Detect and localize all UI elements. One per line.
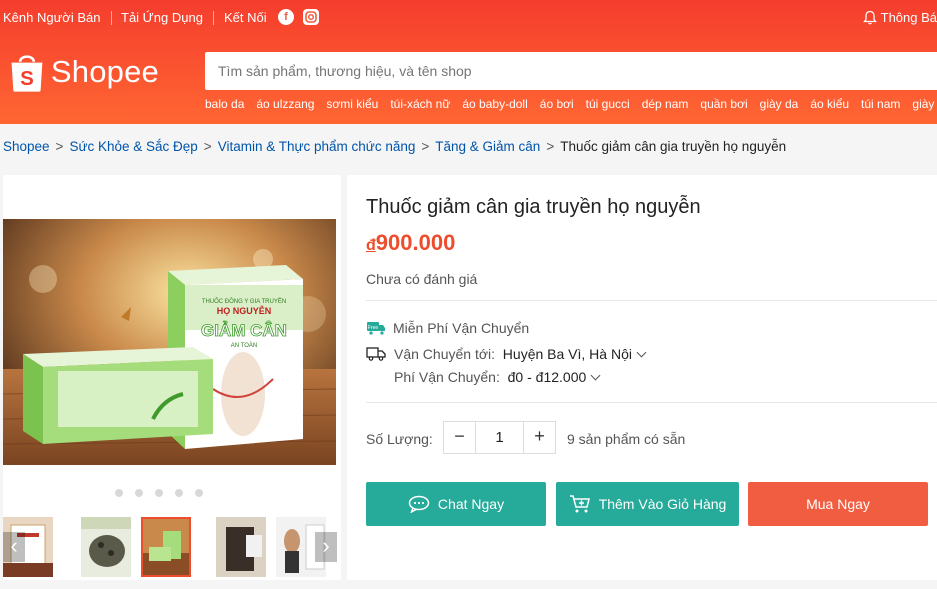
shipping-fee-value[interactable]: đ0 - đ12.000 <box>508 369 587 385</box>
notifications-link[interactable]: Thông Bá <box>862 10 937 25</box>
divider <box>111 11 112 25</box>
pagination-dot[interactable] <box>135 489 143 497</box>
keyword-link[interactable]: túi nam <box>861 97 900 111</box>
pagination-dot[interactable] <box>115 489 123 497</box>
shipping-fee-label: Phí Vận Chuyển: <box>394 369 500 385</box>
search-bar <box>205 52 937 90</box>
ship-to-label: Vận Chuyển tới: <box>394 346 496 362</box>
gallery-thumbnails: ‹ › <box>3 517 341 579</box>
free-shipping-row: Free Miễn Phí Vận Chuyển <box>366 320 529 336</box>
header: Kênh Người Bán Tải Ứng Dụng Kết Nối f Th… <box>0 0 937 124</box>
keyword-link[interactable]: áo kiểu <box>810 97 849 111</box>
divider <box>366 402 937 403</box>
keyword-link[interactable]: dép nam <box>642 97 689 111</box>
stock-count: 9 sản phẩm có sẵn <box>567 431 686 447</box>
add-to-cart-label: Thêm Vào Giỏ Hàng <box>598 496 727 512</box>
keyword-link[interactable]: quần bơi <box>700 97 747 111</box>
gallery-pagination-dots <box>115 485 215 500</box>
logo-bag-letter: S <box>20 67 34 90</box>
product-gallery: THUỐC ĐÔNG Y GIA TRUYỀN HỌ NGUYỄN GIẢM C… <box>3 175 341 580</box>
breadcrumb-separator: > <box>421 139 430 154</box>
chat-icon <box>408 495 430 513</box>
increase-quantity-button[interactable]: + <box>524 422 555 453</box>
free-shipping-icon: Free <box>367 322 385 335</box>
rating-status: Chưa có đánh giá <box>366 271 478 287</box>
price-value: 900.000 <box>375 230 456 255</box>
divider <box>366 300 937 301</box>
breadcrumb-link[interactable]: Vitamin & Thực phẩm chức năng <box>218 139 416 154</box>
shopping-bag-icon: S <box>11 55 43 92</box>
bell-icon <box>862 10 877 25</box>
chevron-down-icon[interactable] <box>590 370 601 381</box>
buy-now-label: Mua Ngay <box>806 496 870 512</box>
box-text-line-2: HỌ NGUYỄN <box>217 305 272 316</box>
keyword-link[interactable]: balo da <box>205 97 244 111</box>
thumbnail[interactable] <box>216 517 266 577</box>
keyword-link[interactable]: áo ulzzang <box>256 97 314 111</box>
thumbnail-selected[interactable] <box>141 517 191 577</box>
quantity-input[interactable]: 1 <box>475 422 524 453</box>
product-main-image[interactable]: THUỐC ĐÔNG Y GIA TRUYỀN HỌ NGUYỄN GIẢM C… <box>3 219 336 465</box>
breadcrumb-separator: > <box>546 139 555 154</box>
box-text-line-3: GIẢM CÂN <box>201 321 287 340</box>
keyword-link[interactable]: giày <box>912 97 934 111</box>
ship-to-row: Vận Chuyển tới: Huyện Ba Vì, Hà Nội <box>366 346 647 362</box>
divider <box>213 11 214 25</box>
shipping-fee-row: Phí Vận Chuyển: đ0 - đ12.000 <box>394 369 601 385</box>
connect-label: Kết Nối <box>224 10 267 25</box>
breadcrumb: Shopee > Sức Khỏe & Sắc Đẹp > Vitamin & Thực… <box>3 139 786 154</box>
quantity-stepper: − 1 + <box>443 421 556 454</box>
facebook-icon[interactable]: f <box>278 9 294 25</box>
decrease-quantity-button[interactable]: − <box>444 422 475 453</box>
free-badge-text: Free <box>368 325 379 331</box>
keyword-link[interactable]: giày da <box>760 97 799 111</box>
chat-now-button[interactable]: Chat Ngay <box>366 482 546 526</box>
currency-symbol: đ <box>366 237 376 254</box>
chevron-left-icon[interactable]: ‹ <box>3 532 25 562</box>
buy-now-button[interactable]: Mua Ngay <box>748 482 928 526</box>
box-text-line-1: THUỐC ĐÔNG Y GIA TRUYỀN <box>202 298 286 305</box>
keyword-link[interactable]: áo baby-doll <box>462 97 527 111</box>
product-price: đ900.000 <box>366 230 455 256</box>
notifications-label: Thông Bá <box>880 10 937 25</box>
keyword-link[interactable]: áo bơi <box>540 97 574 111</box>
breadcrumb-separator: > <box>203 139 212 154</box>
breadcrumb-current: Thuốc giảm cân gia truyền họ nguyễn <box>560 139 787 154</box>
keyword-link[interactable]: túi gucci <box>586 97 630 111</box>
product-title: Thuốc giảm cân gia truyền họ nguyễn <box>366 196 701 218</box>
chevron-right-icon[interactable]: › <box>315 532 337 562</box>
pagination-dot[interactable] <box>155 489 163 497</box>
box-text-line-4: AN TOÀN <box>231 342 257 349</box>
thumbnail[interactable] <box>81 517 131 577</box>
chevron-down-icon[interactable] <box>636 347 647 358</box>
seller-channel-link[interactable]: Kênh Người Bán <box>3 10 100 25</box>
product-info-panel: Thuốc giảm cân gia truyền họ nguyễn đ900… <box>347 175 937 580</box>
shopee-logo[interactable]: S Shopee <box>9 46 159 98</box>
breadcrumb-separator: > <box>55 139 64 154</box>
keyword-link[interactable]: sơmi kiểu <box>326 97 378 111</box>
top-bar: Kênh Người Bán Tải Ứng Dụng Kết Nối f Th… <box>0 0 937 34</box>
logo-text: Shopee <box>50 54 159 89</box>
ship-to-location[interactable]: Huyện Ba Vì, Hà Nội <box>503 346 632 362</box>
instagram-icon[interactable] <box>303 9 319 25</box>
breadcrumb-link[interactable]: Tăng & Giảm cân <box>435 139 540 154</box>
free-shipping-label: Miễn Phí Vận Chuyển <box>393 320 530 336</box>
pagination-dot[interactable] <box>195 489 203 497</box>
add-to-cart-button[interactable]: Thêm Vào Giỏ Hàng <box>556 482 739 526</box>
search-input[interactable] <box>205 52 937 90</box>
breadcrumb-link[interactable]: Shopee <box>3 139 50 154</box>
search-keywords: balo da áo ulzzang sơmi kiểu túi-xách nữ áo … <box>205 96 937 112</box>
chat-now-label: Chat Ngay <box>437 496 505 512</box>
quantity-label: Số Lượng: <box>366 431 433 447</box>
keyword-link[interactable]: túi-xách nữ <box>390 97 450 111</box>
breadcrumb-link[interactable]: Sức Khỏe & Sắc Đẹp <box>69 139 197 154</box>
cart-plus-icon <box>569 495 590 513</box>
pagination-dot[interactable] <box>175 489 183 497</box>
download-app-link[interactable]: Tải Ứng Dụng <box>121 10 203 25</box>
truck-icon <box>366 347 386 361</box>
